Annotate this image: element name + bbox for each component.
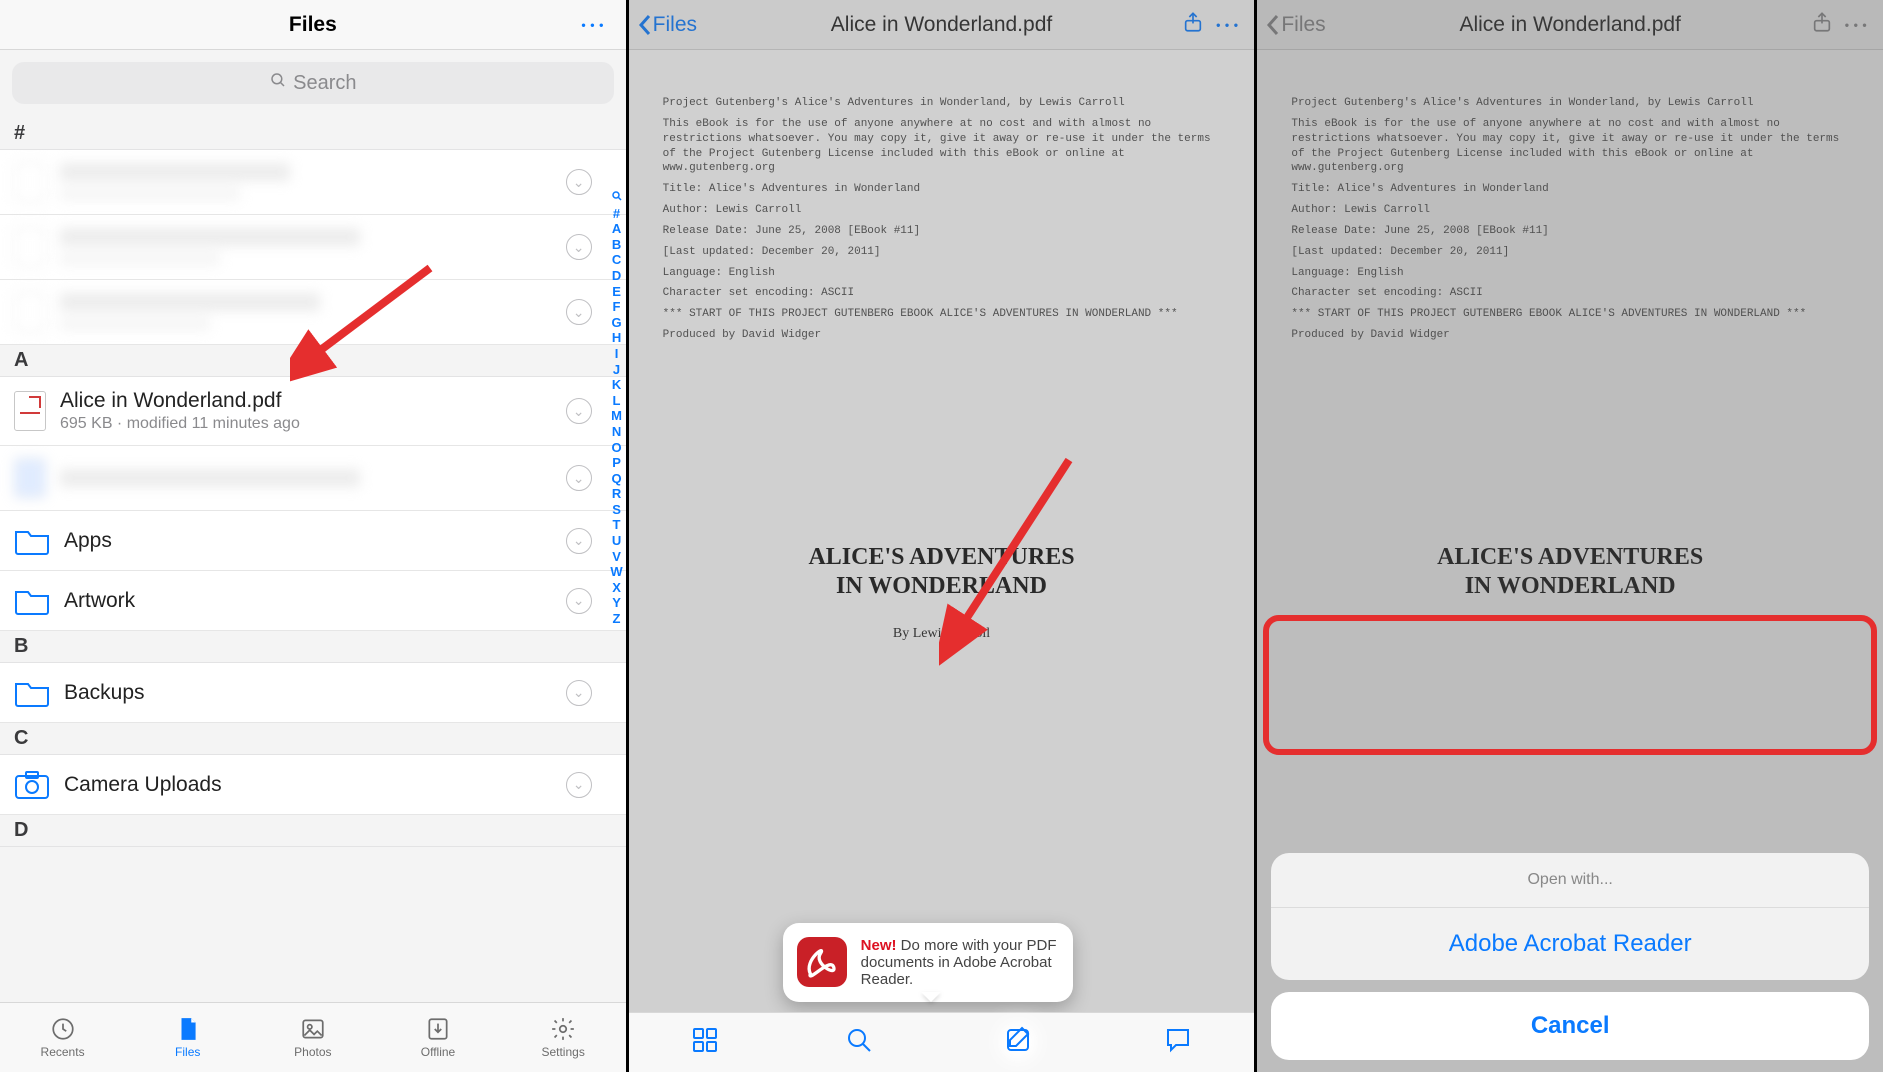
search-icon [269,71,287,95]
chevron-down-icon[interactable]: ⌄ [566,680,592,706]
folder-apps[interactable]: Apps ⌄ [0,511,626,571]
pdf-viewer-screen: Files Alice in Wonderland.pdf ●●● Projec… [629,0,1255,1072]
grid-icon [691,1026,719,1054]
more-icon[interactable]: ●●● [581,20,608,29]
tab-files[interactable]: Files [125,1003,250,1072]
folder-label: Camera Uploads [64,773,552,797]
search-icon [845,1026,873,1054]
list-item[interactable]: ⌄ [0,150,626,215]
list-item[interactable]: ⌄ [0,280,626,345]
download-icon [425,1016,451,1042]
folder-label: Artwork [64,589,552,613]
search-input[interactable]: Search [12,62,614,104]
open-with-screen: Files Alice in Wonderland.pdf ●●● Projec… [1257,0,1883,1072]
gear-icon [550,1016,576,1042]
section-header-d: D [0,815,626,847]
chevron-down-icon[interactable]: ⌄ [566,528,592,554]
open-with-acrobat-button[interactable]: Adobe Acrobat Reader [1271,908,1869,980]
chevron-down-icon[interactable]: ⌄ [566,465,592,491]
folder-icon [14,526,50,556]
edit-button[interactable] [998,1020,1038,1065]
section-header-b: B [0,631,626,663]
folder-label: Backups [64,681,552,705]
tab-settings[interactable]: Settings [501,1003,626,1072]
tooltip-popup[interactable]: New! Do more with your PDF documents in … [783,923,1073,1002]
action-sheet-title: Open with... [1271,853,1869,908]
dim-overlay [629,0,1255,1072]
page-title: Files [289,13,337,37]
index-scrubber[interactable]: #ABCDEFGHIJKLMNOPQRSTUVWXYZ [610,190,622,627]
search-button[interactable] [845,1026,873,1059]
edit-icon [1004,1026,1032,1054]
chevron-down-icon[interactable]: ⌄ [566,169,592,195]
section-header-a: A [0,345,626,377]
action-sheet: Open with... Adobe Acrobat Reader Cancel [1271,853,1869,1060]
new-badge: New! [861,937,897,954]
header-bar: Files ●●● [0,0,626,50]
chevron-down-icon[interactable]: ⌄ [566,299,592,325]
section-header-c: C [0,723,626,755]
folder-camera-uploads[interactable]: Camera Uploads ⌄ [0,755,626,815]
list-item-alice[interactable]: Alice in Wonderland.pdf 695 KB · modifie… [0,377,626,446]
gallery-button[interactable] [691,1026,719,1059]
comment-icon [1164,1026,1192,1054]
search-icon [611,190,623,206]
list-item[interactable]: ⌄ [0,446,626,511]
chevron-down-icon[interactable]: ⌄ [566,588,592,614]
file-meta: 695 KB · modified 11 minutes ago [60,415,552,433]
folder-artwork[interactable]: Artwork ⌄ [0,571,626,631]
chevron-down-icon[interactable]: ⌄ [566,234,592,260]
acrobat-app-icon [797,937,847,987]
cancel-button[interactable]: Cancel [1271,992,1869,1060]
file-icon [175,1016,201,1042]
folder-backups[interactable]: Backups ⌄ [0,663,626,723]
folder-icon [14,586,50,616]
search-placeholder: Search [293,72,356,95]
folder-label: Apps [64,529,552,553]
pdf-file-icon [14,391,46,431]
bottom-toolbar [629,1012,1255,1072]
popup-text: New! Do more with your PDF documents in … [861,937,1059,988]
clock-icon [50,1016,76,1042]
camera-folder-icon [14,770,50,800]
chevron-down-icon[interactable]: ⌄ [566,772,592,798]
files-list-screen: Files ●●● Search # ⌄ ⌄ ⌄ A Alice in Wond… [0,0,626,1072]
file-name: Alice in Wonderland.pdf [60,389,552,413]
chevron-down-icon[interactable]: ⌄ [566,398,592,424]
section-header-hash: # [0,118,626,150]
tab-photos[interactable]: Photos [250,1003,375,1072]
folder-icon [14,678,50,708]
photo-icon [300,1016,326,1042]
list-item[interactable]: ⌄ [0,215,626,280]
tab-bar: Recents Files Photos Offline Settings [0,1002,626,1072]
tab-recents[interactable]: Recents [0,1003,125,1072]
comment-button[interactable] [1164,1026,1192,1059]
tab-offline[interactable]: Offline [375,1003,500,1072]
